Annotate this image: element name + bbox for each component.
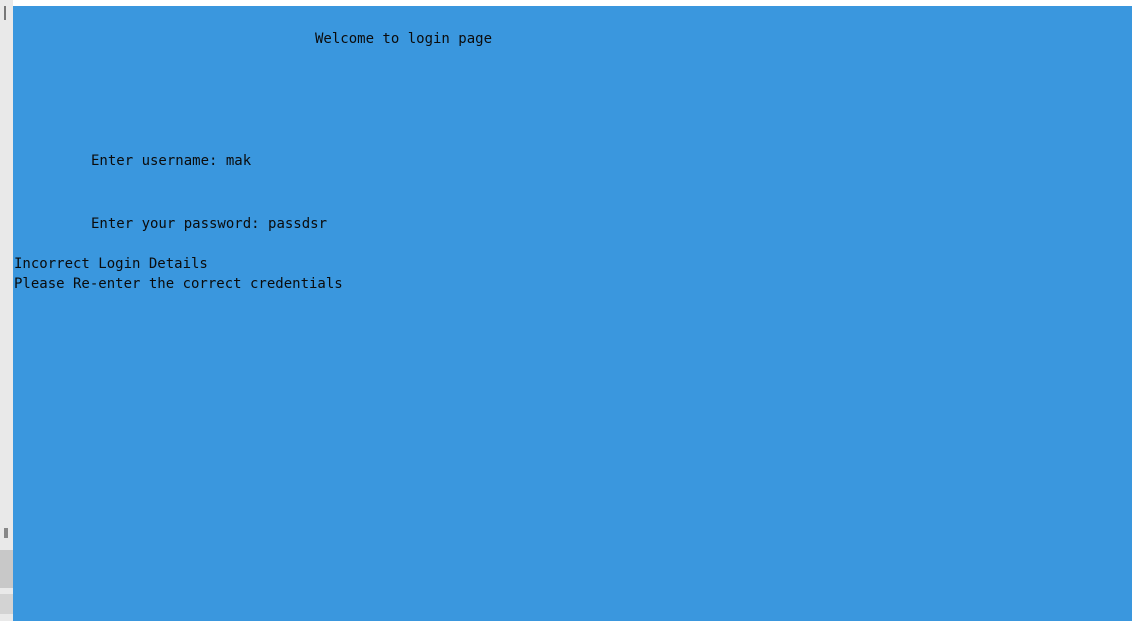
password-prompt: Enter your password: xyxy=(91,216,269,232)
username-line: Enter username: mak xyxy=(91,153,251,170)
edge-marker xyxy=(4,6,6,20)
left-window-edge xyxy=(0,0,13,621)
error-message: Please Re-enter the correct credentials xyxy=(14,276,343,292)
username-value: mak xyxy=(225,153,252,169)
edge-scroll-area xyxy=(0,550,13,588)
console-window[interactable]: Welcome to login page Enter username: ma… xyxy=(13,6,1132,621)
error-title: Incorrect Login Details xyxy=(14,256,208,272)
username-prompt: Enter username: xyxy=(91,153,226,169)
welcome-heading: Welcome to login page xyxy=(315,31,493,47)
password-value: passdsr xyxy=(268,216,328,232)
edge-marker xyxy=(4,528,8,538)
edge-scroll-area xyxy=(0,594,13,614)
password-line: Enter your password: passdsr xyxy=(91,216,327,233)
